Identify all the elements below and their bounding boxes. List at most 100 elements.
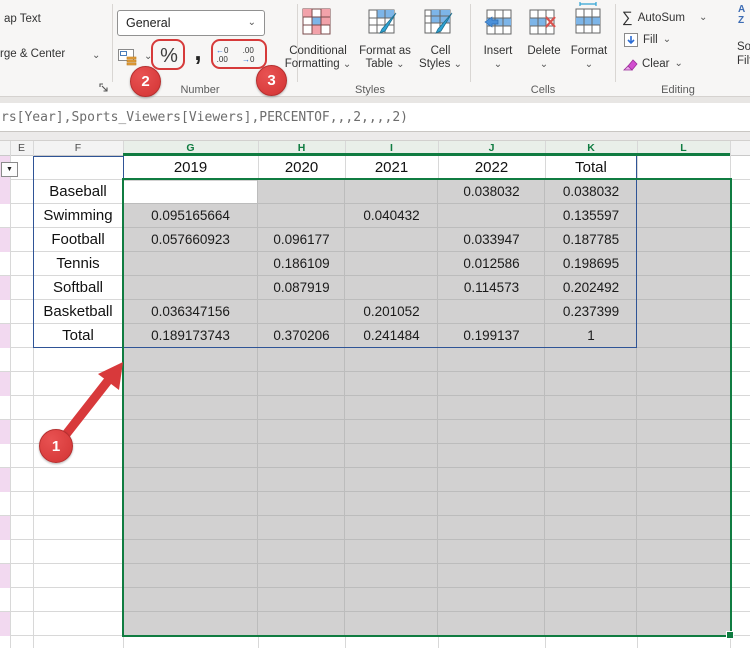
format-cells-button[interactable] [574, 0, 602, 40]
format-cells-label[interactable]: Format ⌄ [568, 45, 610, 71]
number-format-value: General [126, 16, 170, 30]
delete-cells-icon [529, 9, 557, 35]
delete-cells-button[interactable] [529, 9, 557, 40]
year-header[interactable]: 2022 [438, 156, 545, 180]
banded-row [0, 276, 10, 300]
alignment-dialog-launcher-icon[interactable] [99, 83, 109, 93]
number-format-dropdown[interactable]: General ⌄ [117, 10, 265, 36]
insert-cells-button[interactable] [484, 9, 512, 40]
filter-dropdown-button[interactable]: ▼ [1, 162, 18, 177]
sort-filter-label-line1[interactable]: So [737, 41, 750, 53]
cells-group-label: Cells [513, 84, 573, 96]
format-as-table-label[interactable]: Format as Table ⌄ [355, 45, 415, 71]
row-label[interactable]: Football [33, 228, 123, 252]
delete-label: Delete [527, 45, 560, 57]
fill-button[interactable]: Fill ⌄ [624, 33, 671, 47]
conditional-formatting-line1: Conditional [289, 45, 347, 57]
cell-styles-label[interactable]: Cell Styles ⌄ [413, 45, 468, 71]
filter-arrow-icon: ▼ [6, 166, 13, 173]
year-header[interactable]: Total [545, 156, 637, 180]
conditional-formatting-icon [302, 7, 332, 37]
conditional-formatting-button[interactable] [302, 7, 332, 42]
editing-group-label: Editing [648, 84, 708, 96]
clear-label: Clear [642, 58, 669, 70]
number-group-label: Number [160, 84, 240, 96]
row-label[interactable]: Swimming [33, 204, 123, 228]
wrap-text-label[interactable]: ap Text [4, 13, 41, 25]
ribbon-bottom-band [0, 96, 750, 103]
banded-row [0, 420, 10, 444]
insert-label: Insert [484, 45, 513, 57]
row-label[interactable]: Baseball [33, 180, 123, 204]
autosum-chevron: ⌄ [699, 13, 707, 23]
insert-cells-label[interactable]: Insert ⌄ [480, 45, 516, 71]
annotation-step-2: 2 [130, 66, 161, 97]
format-label: Format [571, 45, 607, 57]
banded-row [0, 228, 10, 252]
insert-cells-icon [484, 9, 512, 35]
gridline [10, 141, 11, 648]
delete-cells-label[interactable]: Delete ⌄ [524, 45, 564, 71]
format-as-table-line2: Table [365, 58, 393, 70]
format-chevron: ⌄ [585, 59, 593, 70]
formula-bar[interactable]: rs[Year],Sports_Viewers[Viewers],PERCENT… [0, 103, 750, 132]
conditional-formatting-line2: Formatting [285, 58, 340, 70]
format-as-table-button[interactable] [368, 7, 398, 42]
banded-row [0, 612, 10, 636]
sort-z-glyph: Z [738, 15, 744, 26]
banded-row [0, 516, 10, 540]
accounting-format-button[interactable] [116, 46, 140, 68]
column-header-E[interactable]: E [10, 141, 33, 156]
annotation-outline-percent [151, 39, 185, 70]
formula-bar-bottom-band [0, 132, 750, 141]
clear-chevron: ⌄ [674, 59, 682, 69]
banded-row [0, 468, 10, 492]
year-header[interactable]: 2020 [258, 156, 345, 180]
sigma-icon: ∑ [622, 9, 633, 26]
format-as-table-line1: Format as [359, 45, 411, 57]
fill-label: Fill [643, 34, 658, 46]
banded-row [0, 324, 10, 348]
row-label[interactable]: Total [33, 324, 123, 348]
fill-icon [624, 33, 638, 47]
cell-styles-button[interactable] [424, 7, 454, 42]
sort-filter-icon[interactable]: A Z [738, 4, 745, 26]
cell-styles-icon [424, 7, 454, 37]
eraser-icon [623, 57, 638, 71]
merge-center-label[interactable]: rge & Center [0, 48, 65, 60]
formula-text: rs[Year],Sports_Viewers[Viewers],PERCENT… [1, 110, 408, 125]
sort-a-glyph: A [738, 4, 745, 15]
accounting-icon [118, 49, 138, 66]
group-separator [112, 4, 113, 82]
format-as-table-chevron: ⌄ [396, 59, 404, 70]
year-header[interactable]: 2019 [123, 156, 258, 180]
year-header[interactable]: 2021 [345, 156, 438, 180]
format-cells-icon [574, 0, 602, 35]
comma-style-button[interactable]: , [191, 38, 205, 64]
banded-row [0, 372, 10, 396]
selection-border [122, 178, 732, 637]
autosum-button[interactable]: ∑ AutoSum ⌄ [622, 9, 728, 26]
fill-chevron: ⌄ [663, 35, 671, 45]
autosum-label: AutoSum [638, 12, 685, 24]
column-header-F[interactable]: F [33, 141, 123, 156]
sort-filter-label-line2[interactable]: Filt [737, 55, 750, 67]
ribbon: ap Text rge & Center ⌄ General ⌄ ⌄ % , ←… [0, 0, 750, 96]
cell-styles-line2: Styles [419, 58, 450, 70]
banded-row [0, 180, 10, 204]
group-separator [470, 4, 471, 82]
conditional-formatting-label[interactable]: Conditional Formatting ⌄ [283, 45, 353, 71]
row-label[interactable]: Softball [33, 276, 123, 300]
format-as-table-icon [368, 7, 398, 37]
annotation-step-1: 1 [39, 429, 73, 463]
fill-handle[interactable] [726, 631, 734, 639]
cell-styles-line1: Cell [431, 45, 451, 57]
clear-button[interactable]: Clear ⌄ [623, 57, 683, 71]
row-label[interactable]: Basketball [33, 300, 123, 324]
row-label[interactable]: Tennis [33, 252, 123, 276]
annotation-outline-decimals [211, 39, 267, 69]
delete-chevron: ⌄ [540, 59, 548, 70]
number-format-chevron: ⌄ [248, 18, 256, 28]
insert-chevron: ⌄ [494, 59, 502, 70]
merge-center-chevron[interactable]: ⌄ [92, 51, 100, 61]
